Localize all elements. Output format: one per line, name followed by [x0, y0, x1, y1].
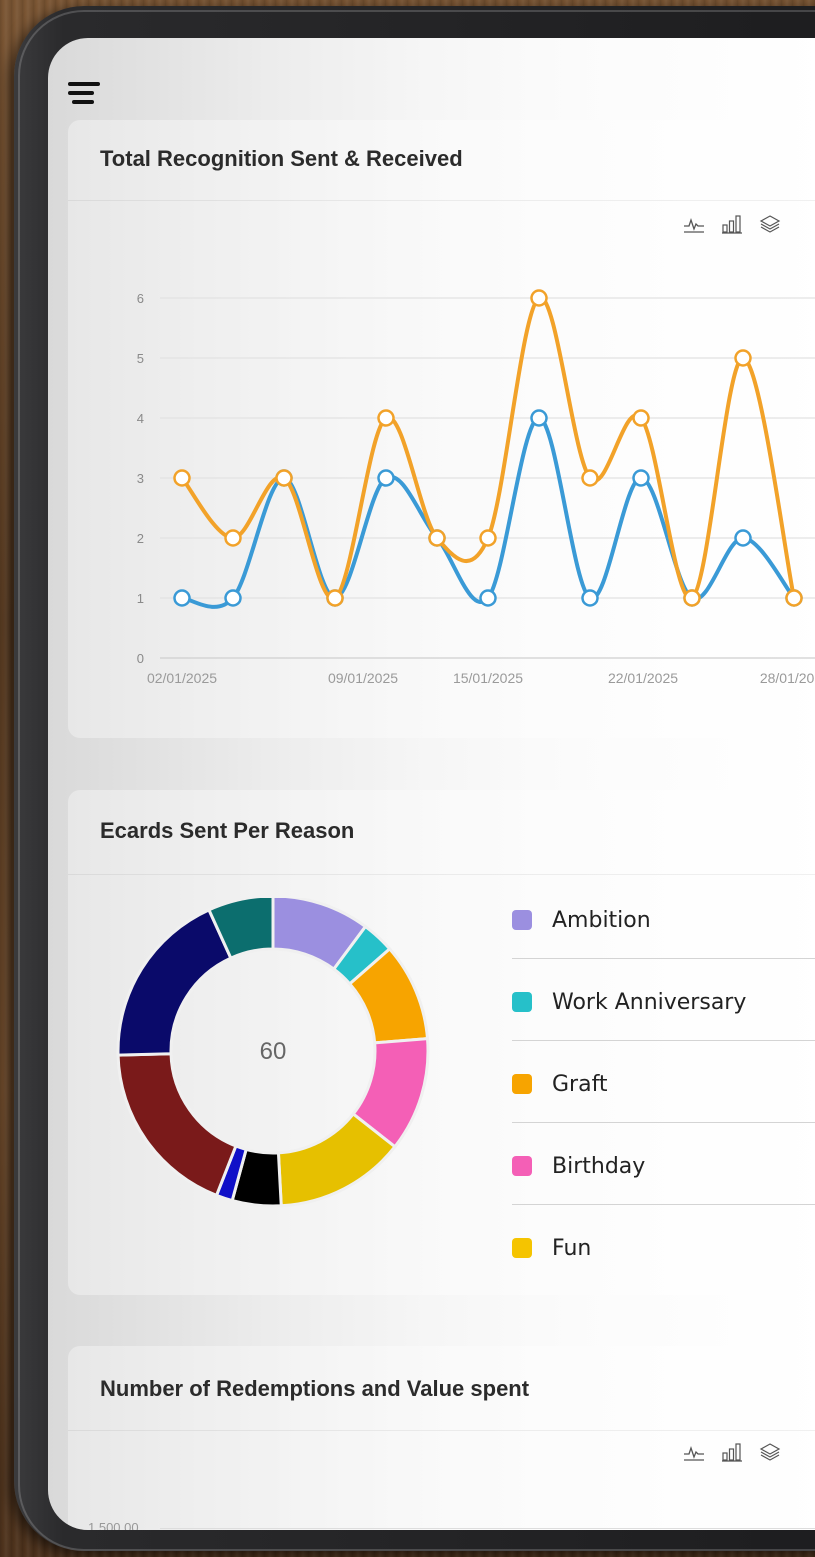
donut-slice — [116, 907, 233, 1057]
legend-item[interactable]: Ambition — [512, 908, 815, 992]
x-tick-label: 09/01/2025 — [328, 670, 398, 686]
legend-divider — [512, 958, 815, 959]
legend-swatch — [512, 1156, 532, 1176]
data-point — [326, 589, 344, 607]
data-point — [734, 529, 752, 547]
legend-label: Ambition — [552, 908, 651, 933]
legend-label: Graft — [552, 1072, 608, 1097]
gridline — [160, 1528, 815, 1529]
y-tick-label: 2 — [137, 531, 144, 546]
data-point — [224, 589, 242, 607]
data-point — [683, 589, 701, 607]
redemptions-card: Number of Redemptions and Value spent — [68, 1346, 815, 1530]
y-tick-label: 4 — [137, 411, 144, 426]
data-point — [632, 469, 650, 487]
data-point — [275, 469, 293, 487]
y-tick-label: 5 — [137, 351, 144, 366]
x-tick-label: 22/01/2025 — [608, 670, 678, 686]
legend-swatch — [512, 1238, 532, 1258]
y-tick-label: 3 — [137, 471, 144, 486]
data-point — [632, 409, 650, 427]
redemptions-y-tick: 1,500.00 — [88, 1520, 139, 1530]
data-point — [173, 589, 191, 607]
bar-chart-icon[interactable] — [720, 1440, 744, 1464]
y-tick-label: 6 — [137, 291, 144, 306]
ecards-legend: Ambition Work Anniversary Graft Birthday Fun — [512, 908, 815, 1320]
legend-item[interactable]: Graft — [512, 1072, 815, 1156]
donut-slice — [116, 1052, 238, 1198]
donut-center-total: 60 — [260, 1038, 287, 1065]
legend-divider — [512, 1204, 815, 1205]
x-tick-label: 28/01/202 — [760, 670, 815, 686]
data-point — [581, 589, 599, 607]
legend-item[interactable]: Birthday — [512, 1154, 815, 1238]
data-point — [530, 289, 548, 307]
legend-label: Fun — [552, 1236, 592, 1261]
data-point — [377, 409, 395, 427]
legend-divider — [512, 1122, 815, 1123]
redemptions-toolbar — [682, 1440, 782, 1464]
data-point — [581, 469, 599, 487]
tablet-screen: Total Recognition Sent & Received 012345… — [48, 38, 815, 1530]
data-point — [785, 589, 803, 607]
series-line-1 — [180, 295, 796, 601]
x-tick-label: 15/01/2025 — [453, 670, 523, 686]
legend-label: Work Anniversary — [552, 990, 747, 1015]
data-point — [224, 529, 242, 547]
redemptions-title: Number of Redemptions and Value spent — [100, 1376, 530, 1401]
line-chart-icon[interactable] — [682, 1440, 706, 1464]
legend-label: Birthday — [552, 1154, 646, 1179]
data-point — [734, 349, 752, 367]
series-line-0 — [181, 416, 796, 609]
ecards-donut-chart: 60 — [116, 898, 430, 1208]
recognition-line-chart: 0 1 2 3 4 5 6 02/01/2025 09/01/2025 15/01/2025 22/… — [137, 289, 815, 686]
x-tick-label: 02/01/2025 — [147, 670, 217, 686]
divider — [68, 1430, 815, 1431]
legend-swatch — [512, 992, 532, 1012]
legend-item[interactable]: Work Anniversary — [512, 990, 815, 1074]
stack-icon[interactable] — [758, 1440, 782, 1464]
y-tick-label: 1 — [137, 591, 144, 606]
divider — [68, 874, 815, 875]
y-tick-label: 0 — [137, 651, 144, 666]
ecards-title: Ecards Sent Per Reason — [100, 818, 355, 843]
data-point — [479, 589, 497, 607]
data-point — [479, 529, 497, 547]
data-point — [530, 409, 548, 427]
legend-item[interactable]: Fun — [512, 1236, 815, 1320]
legend-swatch — [512, 1074, 532, 1094]
data-point — [377, 469, 395, 487]
legend-swatch — [512, 910, 532, 930]
legend-divider — [512, 1040, 815, 1041]
data-point — [428, 529, 446, 547]
data-point — [173, 469, 191, 487]
